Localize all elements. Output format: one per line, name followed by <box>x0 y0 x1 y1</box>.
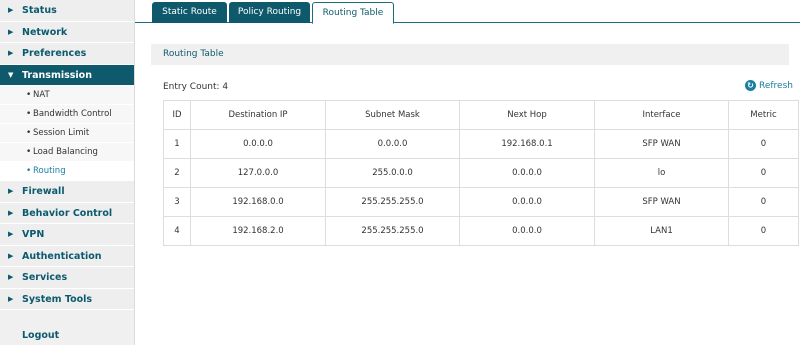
entry-count: Entry Count: 4 <box>163 82 229 92</box>
sidebar-item-label: Firewall <box>22 186 65 197</box>
section-title: Routing Table <box>151 44 789 65</box>
tab-static-route[interactable]: Static Route <box>152 2 227 23</box>
column-header: Interface <box>594 100 729 130</box>
table-row: 2 127.0.0.0 255.0.0.0 0.0.0.0 lo 0 <box>163 158 799 188</box>
table-cell: 2 <box>163 158 191 188</box>
table-cell: 0 <box>728 187 799 217</box>
table-cell: 0.0.0.0 <box>459 158 595 188</box>
chevron-right-icon: ▶ <box>8 273 14 281</box>
sidebar-item-status[interactable]: ▶ Status <box>0 0 134 22</box>
sidebar-item-label: Transmission <box>22 69 92 81</box>
sidebar-subitem-label: Session Limit <box>33 128 90 138</box>
bullet-icon: • <box>26 147 32 157</box>
table-cell: 255.255.255.0 <box>325 216 460 246</box>
table-cell: SFP WAN <box>594 187 729 217</box>
sidebar-item-system-tools[interactable]: ▶ System Tools <box>0 288 134 310</box>
table-cell: 3 <box>163 187 191 217</box>
refresh-label: Refresh <box>759 80 793 91</box>
sidebar-item-vpn[interactable]: ▶ VPN <box>0 224 134 246</box>
chevron-right-icon: ▶ <box>8 230 14 238</box>
tab-routing-table[interactable]: Routing Table <box>312 2 394 24</box>
chevron-right-icon: ▶ <box>8 251 14 260</box>
main-content: Static Route Policy Routing Routing Tabl… <box>135 0 800 345</box>
chevron-right-icon: ▶ <box>8 187 14 195</box>
sidebar-subitem-label: Bandwidth Control <box>33 109 112 119</box>
sidebar-item-label: VPN <box>22 229 45 240</box>
table-row: 4 192.168.2.0 255.255.255.0 0.0.0.0 LAN1… <box>163 216 799 246</box>
bullet-icon: • <box>26 90 32 100</box>
bullet-icon: • <box>26 128 32 138</box>
sidebar: ▶ Status ▶ Network ▶ Preferences ▼ Transmiss… <box>0 0 135 345</box>
table-cell: 0.0.0.0 <box>190 129 326 159</box>
routing-table: ID Destination IP Subnet Mask Next Hop I… <box>163 100 799 246</box>
table-cell: 192.168.0.0 <box>190 187 326 217</box>
table-cell: SFP WAN <box>594 129 729 159</box>
table-cell: 0 <box>728 129 799 159</box>
sidebar-item-network[interactable]: ▶ Network <box>0 21 134 43</box>
sidebar-item-label: Behavior Control <box>22 207 113 219</box>
table-cell: LAN1 <box>594 216 729 246</box>
column-header: Subnet Mask <box>325 100 460 130</box>
sidebar-item-label: Services <box>22 272 68 283</box>
table-cell: 192.168.0.1 <box>459 129 595 159</box>
sidebar-item-label: Network <box>22 26 68 38</box>
sidebar-item-transmission[interactable]: ▼ Transmission <box>0 64 134 86</box>
table-cell: 0.0.0.0 <box>459 216 595 246</box>
table-row: 3 192.168.0.0 255.255.255.0 0.0.0.0 SFP … <box>163 187 799 217</box>
chevron-right-icon: ▶ <box>8 294 14 303</box>
bullet-icon: • <box>26 166 32 176</box>
table-cell: 4 <box>163 216 191 246</box>
sidebar-item-label: System Tools <box>22 293 93 305</box>
chevron-right-icon: ▶ <box>8 208 14 217</box>
sidebar-item-firewall[interactable]: ▶ Firewall <box>0 181 134 203</box>
table-cell: 0.0.0.0 <box>459 187 595 217</box>
column-header: Next Hop <box>459 100 595 130</box>
chevron-right-icon: ▶ <box>8 6 14 14</box>
table-cell: 0 <box>728 158 799 188</box>
sidebar-subitem-routing[interactable]: • Routing <box>0 162 134 181</box>
table-cell: 0 <box>728 216 799 246</box>
column-header: Destination IP <box>190 100 326 130</box>
sidebar-subitem-label: NAT <box>33 90 50 100</box>
sidebar-subitem-bandwidth-control[interactable]: • Bandwidth Control <box>0 105 134 124</box>
sidebar-subitem-session-limit[interactable]: • Session Limit <box>0 124 134 143</box>
sidebar-item-preferences[interactable]: ▶ Preferences <box>0 43 134 65</box>
table-cell: 1 <box>163 129 191 159</box>
table-cell: 0.0.0.0 <box>325 129 460 159</box>
sidebar-item-behavior-control[interactable]: ▶ Behavior Control <box>0 202 134 224</box>
refresh-icon: ↻ <box>745 80 756 91</box>
logout-link[interactable]: Logout <box>22 330 59 341</box>
chevron-right-icon: ▶ <box>8 27 14 36</box>
table-cell: 127.0.0.0 <box>190 158 326 188</box>
table-cell: 255.255.255.0 <box>325 187 460 217</box>
sidebar-subitem-nat[interactable]: • NAT <box>0 86 134 105</box>
refresh-button[interactable]: ↻ Refresh <box>745 80 793 91</box>
table-row: 1 0.0.0.0 0.0.0.0 192.168.0.1 SFP WAN 0 <box>163 129 799 159</box>
bullet-icon: • <box>26 109 32 119</box>
table-cell: 255.0.0.0 <box>325 158 460 188</box>
column-header: ID <box>163 100 191 130</box>
sidebar-item-services[interactable]: ▶ Services <box>0 267 134 289</box>
tab-bar: Static Route Policy Routing Routing Tabl… <box>135 0 800 24</box>
sidebar-item-authentication[interactable]: ▶ Authentication <box>0 245 134 267</box>
column-header: Metric <box>728 100 799 130</box>
sidebar-subitem-load-balancing[interactable]: • Load Balancing <box>0 143 134 162</box>
chevron-down-icon: ▼ <box>8 70 14 79</box>
tab-policy-routing[interactable]: Policy Routing <box>229 2 310 23</box>
table-cell: lo <box>594 158 729 188</box>
table-header-row: ID Destination IP Subnet Mask Next Hop I… <box>163 100 799 130</box>
sidebar-item-label: Status <box>22 5 57 16</box>
chevron-right-icon: ▶ <box>8 49 14 57</box>
sidebar-item-label: Authentication <box>22 250 102 262</box>
sidebar-subitem-label: Routing <box>33 166 66 176</box>
sidebar-item-label: Preferences <box>22 48 87 59</box>
sidebar-subitem-label: Load Balancing <box>33 147 98 157</box>
table-cell: 192.168.2.0 <box>190 216 326 246</box>
